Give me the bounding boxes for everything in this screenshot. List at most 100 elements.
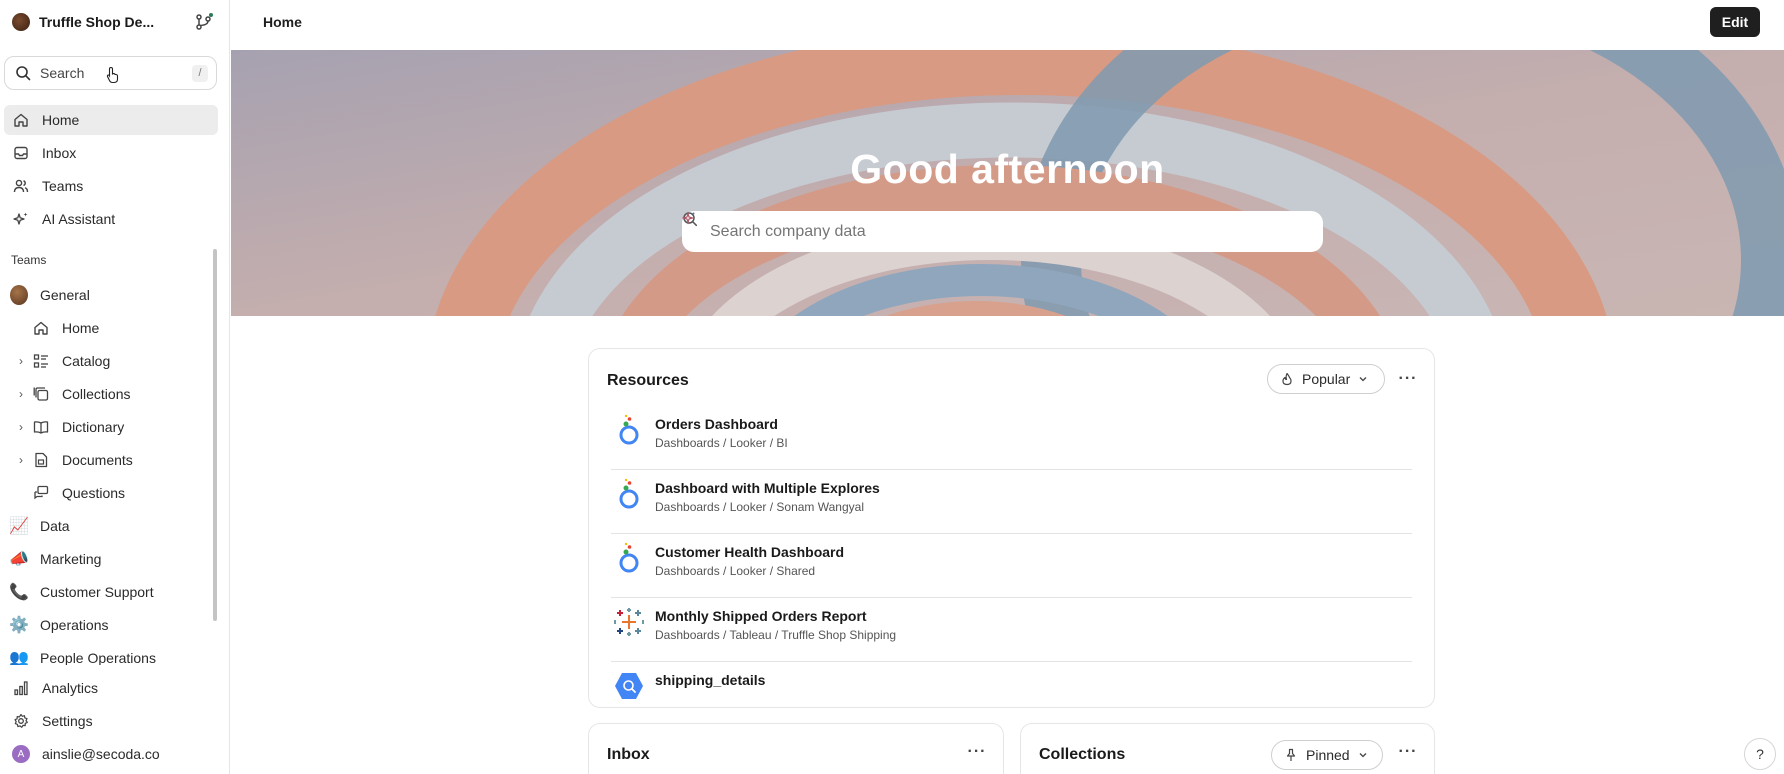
sidebar-team-marketing[interactable]: 📣 Marketing — [4, 544, 218, 574]
sidebar-item-dictionary[interactable]: › Dictionary — [16, 412, 216, 442]
ai-sparkle-icon[interactable] — [682, 211, 696, 225]
chevron-right-icon[interactable]: › — [16, 354, 26, 368]
sidebar-item-label: Teams — [42, 178, 84, 194]
sidebar-team-people-operations[interactable]: 👥 People Operations — [4, 643, 218, 665]
help-label: ? — [1756, 746, 1764, 762]
sidebar-item-teams[interactable]: Teams — [4, 171, 218, 201]
resource-row[interactable]: Monthly Shipped Orders Report Dashboards… — [611, 598, 1412, 662]
gear-icon — [12, 712, 30, 730]
sparkles-icon — [12, 210, 30, 228]
sidebar-item-inbox[interactable]: Inbox — [4, 138, 218, 168]
phone-emoji-icon: 📞 — [9, 584, 29, 601]
gear-emoji-icon: ⚙️ — [9, 617, 29, 634]
catalog-icon — [32, 352, 50, 370]
topbar: Home Edit — [231, 0, 1784, 44]
collections-card: Collections Pinned ··· — [1020, 723, 1435, 774]
inbox-icon — [12, 144, 30, 162]
resource-title: shipping_details — [655, 672, 766, 688]
sidebar-item-label: Questions — [62, 485, 126, 501]
sidebar: Truffle Shop De... Search / Home Inbox T… — [0, 0, 230, 774]
sidebar-item-collections[interactable]: › Collections — [16, 379, 216, 409]
resource-row[interactable]: Customer Health Dashboard Dashboards / L… — [611, 534, 1412, 598]
sidebar-item-settings[interactable]: Settings — [4, 706, 218, 736]
company-data-search[interactable]: Search company data — [682, 211, 1323, 252]
resources-card: Resources Popular ··· Orders Dashboard D… — [588, 348, 1435, 708]
more-horizontal-icon: ··· — [1398, 370, 1418, 387]
team-avatar-icon — [10, 285, 28, 305]
resource-title: Customer Health Dashboard — [655, 544, 845, 560]
sidebar-user-account[interactable]: A ainslie@secoda.co — [4, 739, 218, 769]
resource-title: Orders Dashboard — [655, 416, 778, 432]
sidebar-item-catalog[interactable]: › Catalog — [16, 346, 216, 376]
sidebar-item-ai-assistant[interactable]: AI Assistant — [4, 204, 218, 234]
resource-row[interactable]: Orders Dashboard Dashboards / Looker / B… — [611, 406, 1412, 470]
sidebar-item-label: Collections — [62, 386, 131, 402]
resource-title: Monthly Shipped Orders Report — [655, 608, 867, 624]
people-emoji-icon: 👥 — [9, 650, 29, 665]
sidebar-team-data[interactable]: 📈 Data — [4, 511, 218, 541]
page-title: Home — [263, 14, 302, 30]
inbox-card: Inbox ··· — [588, 723, 1004, 774]
book-icon — [32, 418, 50, 436]
sidebar-item-label: People Operations — [40, 650, 156, 665]
sidebar-item-label: Documents — [62, 452, 133, 468]
chart-emoji-icon: 📈 — [9, 518, 29, 535]
tableau-icon — [613, 606, 645, 638]
resource-row[interactable]: shipping_details — [611, 662, 1412, 707]
search-shortcut: / — [192, 65, 208, 82]
sidebar-item-analytics[interactable]: Analytics — [4, 673, 218, 703]
help-button[interactable]: ? — [1744, 738, 1776, 770]
chevron-right-icon[interactable]: › — [16, 420, 26, 434]
sidebar-item-label: Marketing — [40, 551, 102, 567]
workspace-switcher[interactable]: Truffle Shop De... — [0, 0, 230, 44]
resource-path: Dashboards / Looker / Sonam Wangyal — [655, 500, 864, 514]
collections-filter-label: Pinned — [1306, 747, 1350, 763]
edit-button[interactable]: Edit — [1710, 7, 1760, 37]
sidebar-item-label: Catalog — [62, 353, 111, 369]
chevron-right-icon[interactable]: › — [16, 453, 26, 467]
avatar: A — [12, 745, 30, 763]
sidebar-item-label: General — [40, 287, 90, 303]
home-icon — [32, 319, 50, 337]
pin-icon — [1284, 748, 1298, 762]
more-horizontal-icon: ··· — [1398, 743, 1418, 760]
sidebar-item-label: Settings — [42, 713, 93, 729]
looker-icon — [613, 478, 645, 510]
questions-icon — [32, 484, 50, 502]
inbox-card-title: Inbox — [607, 746, 650, 763]
users-icon — [12, 177, 30, 195]
collections-card-title: Collections — [1039, 746, 1126, 763]
search-label: Search — [40, 65, 85, 81]
git-branch-icon[interactable] — [194, 13, 214, 31]
workspace-logo — [12, 13, 30, 31]
sidebar-item-questions[interactable]: Questions — [16, 478, 216, 508]
resources-filter-dropdown[interactable]: Popular — [1267, 364, 1385, 394]
sidebar-team-customer-support[interactable]: 📞 Customer Support — [4, 577, 218, 607]
resources-more-button[interactable]: ··· — [1396, 367, 1420, 391]
resource-title: Dashboard with Multiple Explores — [655, 480, 880, 496]
flame-icon — [1280, 372, 1294, 386]
resource-path: Dashboards / Looker / BI — [655, 436, 788, 450]
inbox-more-button[interactable]: ··· — [965, 740, 989, 764]
chevron-down-icon — [1358, 374, 1368, 384]
sidebar-item-general-home[interactable]: Home — [16, 313, 216, 343]
workspace-name: Truffle Shop De... — [39, 14, 155, 30]
resource-row[interactable]: Dashboard with Multiple Explores Dashboa… — [611, 470, 1412, 534]
search-placeholder: Search company data — [710, 222, 866, 240]
sidebar-item-documents[interactable]: › Documents — [16, 445, 216, 475]
collections-filter-dropdown[interactable]: Pinned — [1271, 740, 1383, 770]
collections-more-button[interactable]: ··· — [1396, 740, 1420, 764]
sidebar-item-home[interactable]: Home — [4, 105, 218, 135]
bigquery-icon — [613, 670, 645, 702]
sidebar-item-label: Inbox — [42, 145, 77, 161]
sidebar-clip: 👥 People Operations — [4, 643, 218, 665]
sidebar-team-operations[interactable]: ⚙️ Operations — [4, 610, 218, 640]
chevron-right-icon[interactable]: › — [16, 387, 26, 401]
sidebar-team-general[interactable]: General — [4, 280, 218, 310]
looker-icon — [613, 414, 645, 446]
teams-section-label: Teams — [11, 253, 47, 267]
resources-filter-label: Popular — [1302, 371, 1351, 387]
hero-banner: Good afternoon Search company data — [231, 50, 1784, 316]
looker-icon — [613, 542, 645, 574]
greeting-heading: Good afternoon — [850, 146, 1165, 192]
